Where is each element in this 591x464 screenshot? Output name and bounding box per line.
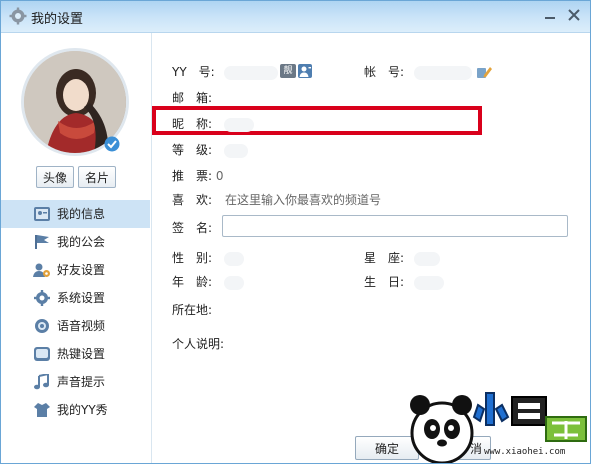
- nav-label: 我的YY秀: [57, 403, 108, 417]
- card-button[interactable]: 名片: [78, 166, 116, 188]
- gender-label: 性 别:: [172, 251, 213, 265]
- watermark-url: www.xiaohei.com: [484, 447, 566, 457]
- avatar-button[interactable]: 头像: [36, 166, 74, 188]
- nav-label: 我的公会: [57, 235, 106, 249]
- nav-label: 好友设置: [57, 263, 106, 277]
- nav-label: 系统设置: [57, 291, 106, 305]
- nav-item-my-yy-show[interactable]: 我的YY秀: [1, 396, 150, 424]
- nav-item-sound-alerts[interactable]: 声音提示: [1, 368, 150, 396]
- yy-number-label: YY 号:: [172, 65, 215, 79]
- minimize-icon[interactable]: [542, 7, 558, 23]
- hotkey-icon: [34, 347, 50, 361]
- likes-placeholder[interactable]: 在这里输入你最喜欢的频道号: [225, 191, 381, 209]
- bio-label: 个人说明:: [172, 337, 225, 351]
- flag-icon: [35, 235, 49, 249]
- nav-item-my-guild[interactable]: 我的公会: [1, 228, 150, 256]
- level-value: [224, 144, 248, 158]
- level-label: 等 级:: [172, 143, 213, 157]
- account-label: 帐 号:: [364, 65, 405, 79]
- nice-number-badge[interactable]: 靓: [280, 64, 296, 78]
- zodiac-label: 星 座:: [364, 251, 405, 265]
- voice-video-icon: [35, 319, 49, 333]
- user-card-icon[interactable]: [298, 64, 312, 78]
- yy-number-value: [224, 66, 278, 80]
- nav-label: 声音提示: [57, 375, 106, 389]
- nickname-label: 昵 称:: [172, 117, 213, 131]
- nav-item-my-info[interactable]: 我的信息: [1, 200, 150, 228]
- title-bar[interactable]: 我的设置: [1, 1, 590, 33]
- close-icon[interactable]: [566, 7, 582, 23]
- birthday-value: [414, 276, 444, 290]
- settings-nav: 我的信息 我的公会 好友设置 系统设置 语音视频 热键设置 声音提示 我的YY秀: [1, 200, 150, 424]
- nav-item-friend-settings[interactable]: 好友设置: [1, 256, 150, 284]
- window-title: 我的设置: [31, 12, 84, 27]
- account-value: [414, 66, 472, 80]
- location-label: 所在地:: [172, 303, 213, 317]
- gear-icon: [9, 7, 27, 25]
- gender-value: [224, 252, 244, 266]
- age-label: 年 龄:: [172, 275, 213, 289]
- site-watermark: www.xiaohei.com: [396, 385, 590, 463]
- signature-input[interactable]: [222, 215, 568, 237]
- edit-icon[interactable]: [476, 64, 492, 80]
- verified-badge-icon: [104, 136, 120, 152]
- likes-label: 喜 欢:: [172, 193, 213, 207]
- nav-label: 热键设置: [57, 347, 106, 361]
- recommend-label-text: 推 票:: [172, 169, 213, 183]
- recommend-label: 推 票: 0: [172, 167, 224, 185]
- email-label: 邮 箱:: [172, 91, 213, 105]
- left-panel: 头像 名片 我的信息 我的公会 好友设置 系统设置 语音视频 热键设置 声音提示…: [1, 33, 152, 463]
- nav-label: 语音视频: [57, 319, 106, 333]
- zodiac-value: [414, 252, 440, 266]
- profile-card-icon: [34, 207, 50, 221]
- shirt-icon: [34, 403, 50, 417]
- recommend-value: 0: [215, 169, 224, 183]
- friend-settings-icon: [33, 263, 50, 277]
- music-note-icon: [34, 374, 49, 390]
- birthday-label: 生 日:: [364, 275, 405, 289]
- nickname-value: [224, 118, 254, 132]
- nav-item-voice-video[interactable]: 语音视频: [1, 312, 150, 340]
- age-value: [224, 276, 244, 290]
- gear-icon: [34, 290, 50, 306]
- nav-item-system-settings[interactable]: 系统设置: [1, 284, 150, 312]
- nav-item-hotkey-settings[interactable]: 热键设置: [1, 340, 150, 368]
- signature-label: 签 名:: [172, 221, 213, 235]
- settings-window: 我的设置 头像 名片 我的信息 我的公会 好友设置 系统设置 语音视频 热键设置…: [0, 0, 591, 464]
- nav-label: 我的信息: [57, 207, 106, 221]
